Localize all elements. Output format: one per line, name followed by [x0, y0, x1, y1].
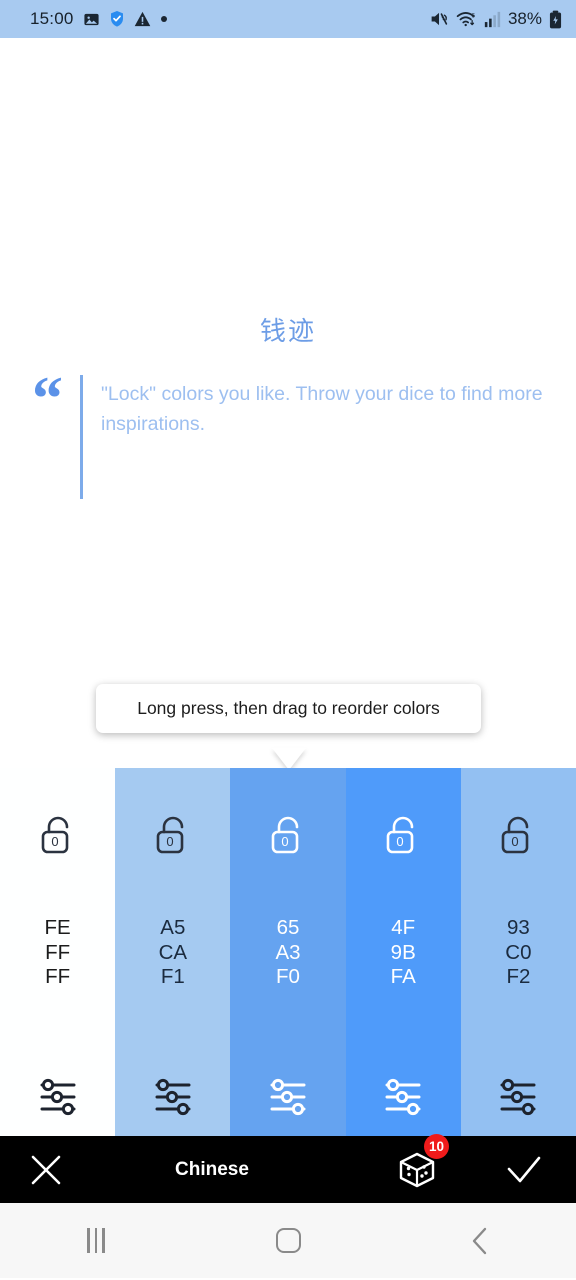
color-column[interactable]: 0 A5 CA F1 [115, 768, 231, 1136]
lock-open-icon: 0 [386, 816, 414, 854]
page-title: 钱迹 [259, 316, 316, 346]
hex-part-3: F2 [506, 965, 531, 988]
hex-part-3: FA [390, 965, 416, 988]
hex-value: 4F 9B FA [346, 916, 461, 990]
hex-part-3: F0 [276, 965, 300, 988]
reorder-tooltip[interactable]: Long press, then drag to reorder colors [96, 684, 481, 770]
color-column[interactable]: 0 4F 9B FA [345, 768, 461, 1136]
nav-home-button[interactable] [192, 1228, 384, 1253]
color-column[interactable]: 0 FE FF FF [0, 768, 116, 1136]
status-bar-right: 6 38% [429, 9, 562, 29]
image-icon [83, 13, 99, 25]
lock-count: 0 [166, 834, 173, 849]
confirm-button[interactable] [472, 1155, 576, 1185]
adjust-button[interactable] [495, 1076, 541, 1123]
hex-part-1: 93 [507, 916, 530, 939]
quote-block: “ "Lock" colors you like. Throw your dic… [32, 365, 546, 499]
recents-icon [87, 1228, 105, 1253]
back-icon [472, 1227, 487, 1254]
quote-divider [80, 375, 83, 499]
color-palette: 0 FE FF FF 0 A5 CA F1 0 65 A3 F0 0 4F 9B… [0, 768, 576, 1136]
hex-part-1: 4F [391, 916, 416, 939]
home-icon [275, 1228, 301, 1253]
quote-text: "Lock" colors you like. Throw your dice … [101, 383, 543, 435]
lock-count: 0 [512, 834, 519, 849]
adjust-button[interactable] [265, 1076, 311, 1123]
main-content: 钱迹 “ "Lock" colors you like. Throw your … [0, 38, 576, 1280]
hex-part-2: CA [158, 940, 188, 964]
lock-toggle[interactable]: 0 [497, 812, 539, 865]
svg-text:6: 6 [471, 12, 475, 19]
dot-icon [160, 16, 167, 22]
shield-check-icon [110, 11, 123, 27]
lock-open-icon: 0 [271, 816, 299, 854]
lock-count: 0 [281, 834, 288, 849]
nav-recents-button[interactable] [0, 1228, 192, 1253]
bottom-toolbar: Chinese 10 [0, 1133, 576, 1203]
shuffle-button[interactable]: 10 [362, 1133, 472, 1192]
lock-toggle[interactable]: 0 [37, 812, 79, 865]
status-bar: 15:00 6 38% [0, 0, 576, 38]
tune-icon [270, 1078, 306, 1116]
reorder-tooltip-text: Long press, then drag to reorder colors [137, 698, 440, 718]
status-time: 15:00 [30, 9, 74, 28]
adjust-button[interactable] [35, 1076, 81, 1123]
lock-open-icon: 0 [156, 816, 184, 854]
color-column[interactable]: 0 65 A3 F0 [230, 768, 346, 1136]
hex-part-1: 65 [276, 916, 300, 939]
hex-part-1: A5 [160, 916, 186, 939]
close-icon [31, 1155, 61, 1184]
lock-toggle[interactable]: 0 [267, 812, 309, 865]
hex-part-2: A3 [275, 940, 301, 964]
shuffle-count-badge: 10 [424, 1133, 449, 1159]
hex-value: A5 CA F1 [115, 916, 230, 990]
hex-value: 65 A3 F0 [230, 916, 345, 990]
android-nav-bar [0, 1203, 576, 1278]
battery-percent: 38% [507, 9, 542, 28]
tune-icon [385, 1078, 421, 1116]
palette-name: Chinese [175, 1158, 249, 1180]
lock-count: 0 [51, 834, 58, 849]
nav-back-button[interactable] [384, 1226, 576, 1256]
hex-part-2: FF [45, 940, 71, 964]
lock-toggle[interactable]: 0 [382, 812, 424, 865]
color-column[interactable]: 0 93 C0 F2 [460, 768, 576, 1136]
hex-part-2: 9B [390, 940, 416, 964]
quote-mark-icon: “ [32, 365, 63, 433]
mute-icon [431, 12, 448, 26]
signal-icon [484, 11, 501, 27]
tooltip-tail [272, 748, 306, 770]
adjust-button[interactable] [150, 1076, 196, 1123]
status-bar-left: 15:00 [30, 9, 168, 29]
tune-icon [155, 1078, 191, 1116]
lock-count: 0 [397, 834, 404, 849]
wifi-icon: 6 [456, 12, 475, 27]
tune-icon [500, 1078, 536, 1116]
hex-part-1: FE [44, 916, 71, 939]
adjust-button[interactable] [380, 1076, 426, 1123]
hex-part-3: F1 [160, 965, 185, 988]
lock-open-icon: 0 [41, 816, 68, 854]
tune-icon [40, 1078, 76, 1116]
hex-value: FE FF FF [0, 916, 115, 990]
check-icon [507, 1156, 541, 1182]
lock-open-icon: 0 [502, 816, 529, 854]
warning-icon [134, 11, 150, 27]
hex-part-2: C0 [505, 940, 532, 964]
hex-part-3: FF [45, 965, 71, 988]
lock-toggle[interactable]: 0 [152, 812, 194, 865]
hex-value: 93 C0 F2 [461, 916, 576, 990]
battery-charging-icon [549, 10, 562, 28]
